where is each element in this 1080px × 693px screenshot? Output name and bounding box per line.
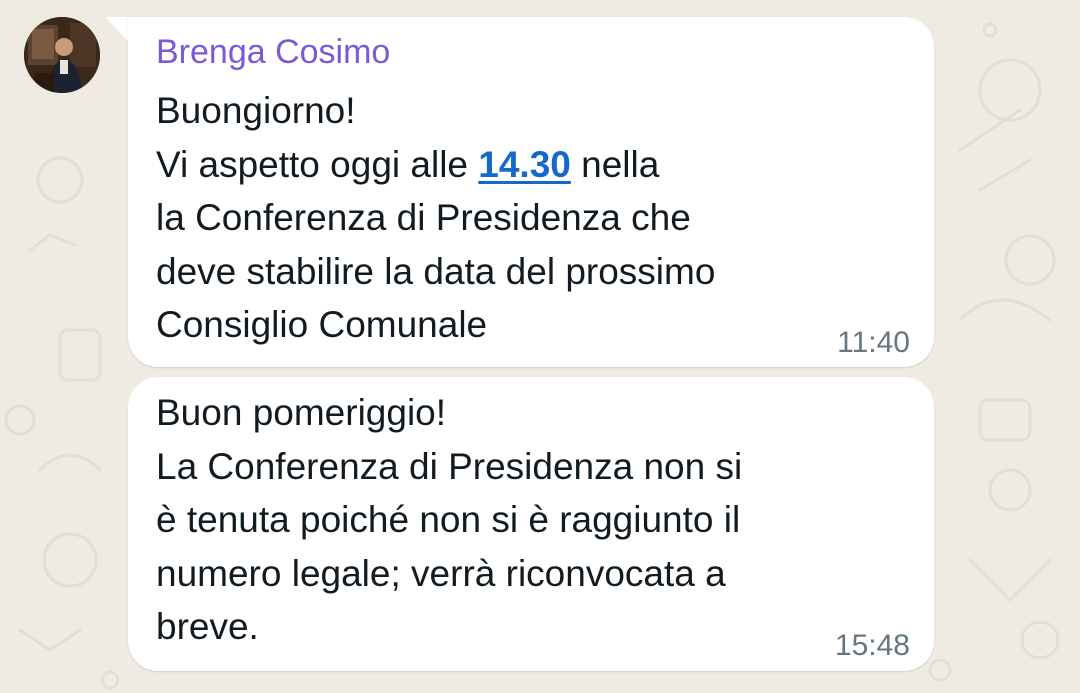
avatar-photo	[24, 17, 100, 93]
message-line: breve.	[156, 606, 259, 647]
message-line: numero legale; verrà riconvocata a	[156, 552, 726, 594]
message-text: Buon pomeriggio! La Conferenza di Presid…	[156, 386, 742, 654]
sender-name[interactable]: Brenga Cosimo	[156, 31, 390, 73]
message-line: Buon pomeriggio!	[156, 392, 447, 433]
bubble-tail	[107, 17, 130, 43]
message-bubble[interactable]: Brenga Cosimo Buongiorno! Vi aspetto ogg…	[128, 17, 934, 367]
message-line: La Conferenza di Presidenza non si	[156, 445, 743, 487]
message-line: nella	[570, 143, 660, 185]
message-line: Vi aspetto oggi alle	[156, 143, 479, 185]
message-timestamp: 11:40	[837, 326, 910, 359]
message-line: è tenuta poiché non si è raggiunto il	[156, 499, 741, 540]
message-line: Consiglio Comunale	[156, 304, 488, 345]
message-bubble[interactable]: Buon pomeriggio! La Conferenza di Presid…	[128, 377, 934, 671]
message-line: la Conferenza di Presidenza che	[156, 197, 691, 238]
message-line: deve stabilire la data del prossimo	[156, 250, 716, 292]
message-timestamp: 15:48	[834, 629, 910, 662]
message-line: Buongiorno!	[156, 90, 356, 131]
sender-avatar[interactable]	[24, 17, 100, 93]
time-link[interactable]: 14.30	[478, 144, 571, 185]
message-text: Buongiorno! Vi aspetto oggi alle 14.30 n…	[156, 84, 715, 352]
